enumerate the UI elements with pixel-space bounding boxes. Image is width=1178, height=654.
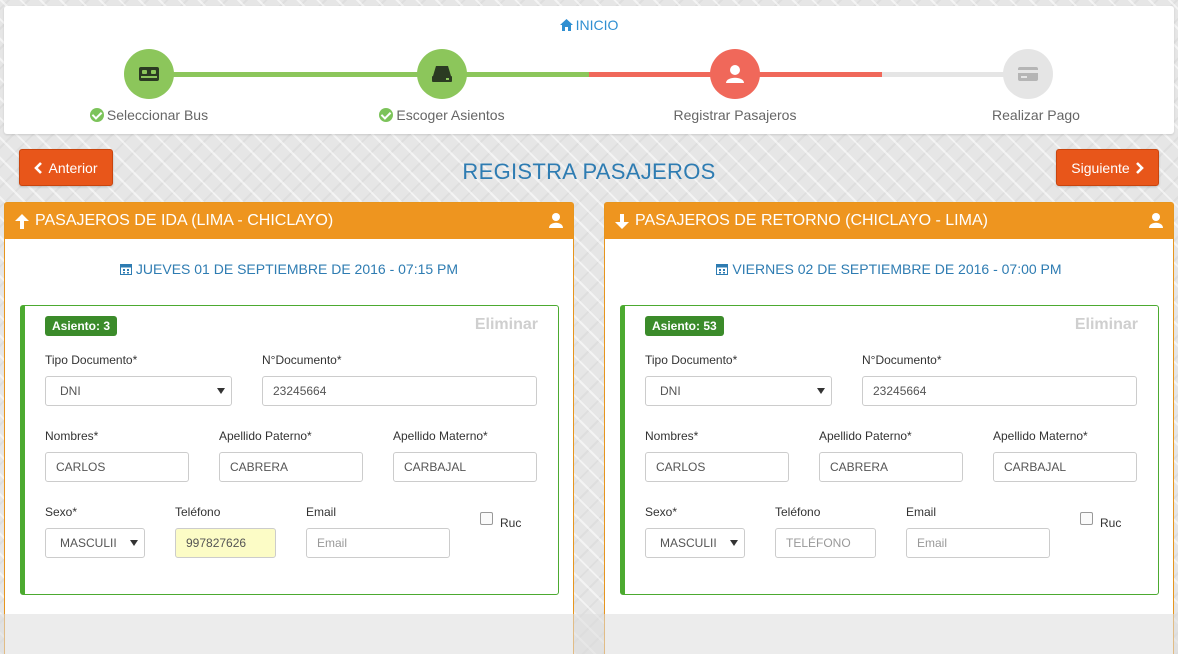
email-input[interactable]: Email xyxy=(306,528,450,558)
home-icon xyxy=(559,19,573,31)
email-label: Email xyxy=(906,505,937,519)
doc-number-label: N°Documento* xyxy=(262,353,342,367)
passenger-card: Asiento: 53 Eliminar Tipo Documento* DNI… xyxy=(620,305,1159,595)
trip-date: JUEVES 01 DE SEPTIEMBRE DE 2016 - 07:15 … xyxy=(5,261,573,277)
chevron-right-icon xyxy=(1135,161,1144,174)
progress-track-done xyxy=(149,72,589,77)
ruc-label: Ruc xyxy=(500,516,522,530)
doc-type-label: Tipo Documento* xyxy=(645,353,738,367)
panel-header: PASAJEROS DE RETORNO (CHICLAYO - LIMA) xyxy=(605,203,1173,239)
calendar-icon xyxy=(716,264,729,275)
sex-select[interactable]: MASCULII xyxy=(645,528,745,558)
calendar-icon xyxy=(119,264,132,275)
arrow-down-icon xyxy=(615,213,629,229)
bed-icon xyxy=(139,67,159,81)
caret-down-icon xyxy=(217,388,225,394)
names-label: Nombres* xyxy=(45,429,99,443)
page-title: REGISTRA PASAJEROS xyxy=(462,159,716,184)
ruc-checkbox[interactable] xyxy=(1080,512,1093,525)
maternal-surname-label: Apellido Materno* xyxy=(393,429,488,443)
sex-label: Sexo* xyxy=(645,505,678,519)
step-choose-seats[interactable] xyxy=(417,49,467,99)
names-label: Nombres* xyxy=(645,429,699,443)
caret-down-icon xyxy=(817,388,825,394)
doc-type-label: Tipo Documento* xyxy=(45,353,138,367)
check-circle-icon xyxy=(89,108,104,122)
step-label-payment: Realizar Pago xyxy=(992,107,1080,123)
email-label: Email xyxy=(306,505,337,519)
outbound-passengers-panel: PASAJEROS DE IDA (LIMA - CHICLAYO) JUEVE… xyxy=(4,202,574,654)
return-passengers-panel: PASAJEROS DE RETORNO (CHICLAYO - LIMA) V… xyxy=(604,202,1174,654)
names-input[interactable]: CARLOS xyxy=(645,452,789,482)
progress-wizard: INICIO Seleccionar Bus Escoger Asientos … xyxy=(4,6,1174,134)
delete-passenger-link[interactable]: Eliminar xyxy=(1075,316,1138,334)
step-label-choose-seats: Escoger Asientos xyxy=(342,107,542,123)
seat-badge: Asiento: 3 xyxy=(45,316,118,336)
caret-down-icon xyxy=(130,540,138,546)
next-button[interactable]: Siguiente xyxy=(1056,149,1159,186)
trip-date: VIERNES 02 DE SEPTIEMBRE DE 2016 - 07:00… xyxy=(605,261,1173,277)
maternal-surname-input[interactable]: CARBAJAL xyxy=(993,452,1137,482)
home-link[interactable]: INICIO xyxy=(4,17,1174,33)
step-label-select-bus: Seleccionar Bus xyxy=(49,107,249,123)
step-select-bus[interactable] xyxy=(124,49,174,99)
user-icon xyxy=(1149,213,1163,228)
step-label-register-passengers: Registrar Pasajeros xyxy=(673,107,797,123)
paternal-surname-input[interactable]: CABRERA xyxy=(219,452,363,482)
home-label: INICIO xyxy=(575,17,619,33)
panel-title: PASAJEROS DE RETORNO (CHICLAYO - LIMA) xyxy=(635,212,988,229)
step-register-passengers[interactable] xyxy=(710,49,760,99)
passenger-card: Asiento: 3 Eliminar Tipo Documento* DNI … xyxy=(20,305,559,595)
doc-type-select[interactable]: DNI xyxy=(45,376,232,406)
user-icon xyxy=(726,65,744,83)
maternal-surname-input[interactable]: CARBAJAL xyxy=(393,452,537,482)
ruc-label: Ruc xyxy=(1100,516,1122,530)
paternal-surname-input[interactable]: CABRERA xyxy=(819,452,963,482)
delete-passenger-link[interactable]: Eliminar xyxy=(475,316,538,334)
check-circle-icon xyxy=(379,108,394,122)
phone-label: Teléfono xyxy=(175,505,221,519)
panel-title: PASAJEROS DE IDA (LIMA - CHICLAYO) xyxy=(35,212,334,229)
ruc-checkbox[interactable] xyxy=(480,512,493,525)
credit-card-icon xyxy=(1018,67,1038,81)
panel-header: PASAJEROS DE IDA (LIMA - CHICLAYO) xyxy=(5,203,573,239)
phone-label: Teléfono xyxy=(775,505,821,519)
caret-down-icon xyxy=(730,540,738,546)
doc-type-select[interactable]: DNI xyxy=(645,376,832,406)
paternal-surname-label: Apellido Paterno* xyxy=(819,429,912,443)
page-background-footer xyxy=(0,614,1178,654)
sex-select[interactable]: MASCULII xyxy=(45,528,145,558)
phone-input[interactable]: 997827626 xyxy=(175,528,276,558)
paternal-surname-label: Apellido Paterno* xyxy=(219,429,312,443)
names-input[interactable]: CARLOS xyxy=(45,452,189,482)
step-payment[interactable] xyxy=(1003,49,1053,99)
doc-number-input[interactable]: 23245664 xyxy=(262,376,537,406)
doc-number-input[interactable]: 23245664 xyxy=(862,376,1137,406)
arrow-up-icon xyxy=(15,213,29,229)
maternal-surname-label: Apellido Materno* xyxy=(993,429,1088,443)
doc-number-label: N°Documento* xyxy=(862,353,942,367)
sex-label: Sexo* xyxy=(45,505,78,519)
user-icon xyxy=(549,213,563,228)
phone-input[interactable]: TELÉFONO xyxy=(775,528,876,558)
email-input[interactable]: Email xyxy=(906,528,1050,558)
seat-icon xyxy=(432,66,452,82)
seat-badge: Asiento: 53 xyxy=(645,316,724,336)
